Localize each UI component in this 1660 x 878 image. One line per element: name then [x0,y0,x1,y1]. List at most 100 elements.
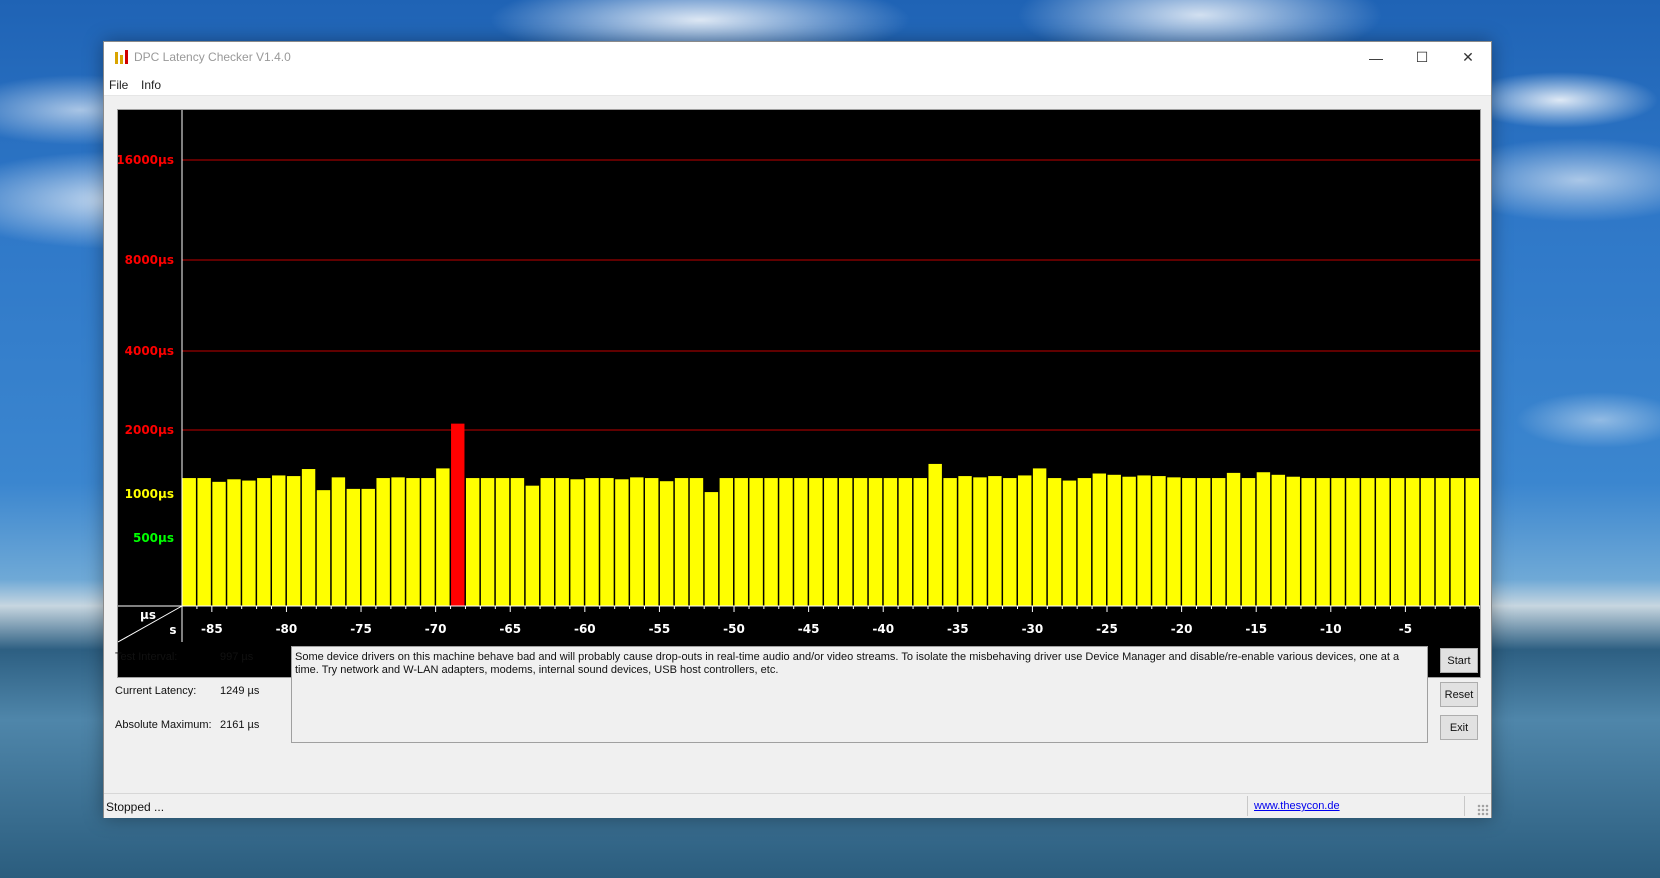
latency-bar [1003,478,1017,606]
reset-button[interactable]: Reset [1440,682,1478,707]
latency-bar [1271,474,1286,606]
minimize-icon: — [1369,49,1383,66]
latency-bar [1182,478,1196,606]
latency-bar [510,478,525,606]
latency-bar [1137,475,1151,606]
x-tick-label: -55 [649,622,671,636]
latency-bar [1167,477,1181,606]
latency-bar [958,476,972,606]
website-link[interactable]: www.thesycon.de [1254,800,1340,812]
start-button[interactable]: Start [1440,648,1478,673]
latency-bar [1077,478,1092,606]
x-tick-label: -85 [201,622,223,636]
menu-file[interactable]: File [109,78,128,92]
latency-bar [570,479,584,606]
title-bar[interactable]: DPC Latency Checker V1.4.0 — ☐ ✕ [104,42,1491,73]
latency-bar [391,477,405,606]
latency-bar [615,479,629,606]
latency-bar [1107,474,1121,606]
y-tick-label: 2000µs [125,423,174,437]
latency-graph: 16000µs 8000µs 4000µs 2000µs 1000µs 500µs µs s -… [117,109,1481,678]
close-icon: ✕ [1462,49,1474,65]
minimize-button[interactable]: — [1353,42,1399,73]
latency-bar [257,478,271,606]
latency-bar [853,478,868,606]
menu-info[interactable]: Info [141,78,161,92]
x-tick-label: -15 [1245,622,1267,636]
latency-bar [868,478,883,606]
latency-bar [1286,476,1300,606]
latency-bar [1331,478,1345,606]
latency-bar [540,478,554,606]
status-text: Stopped ... [106,800,165,814]
latency-bar [1361,478,1375,606]
status-bar: Stopped ... www.thesycon.de [104,793,1491,818]
latency-bar [436,468,450,606]
x-tick-label: -45 [798,622,820,636]
absolute-maximum-label: Absolute Maximum: [115,719,212,731]
latency-bar [1316,478,1330,606]
latency-bar [1405,478,1420,606]
latency-bar [913,478,927,606]
latency-bar [1122,476,1136,606]
close-button[interactable]: ✕ [1445,42,1491,73]
y-unit-label: µs [140,608,156,622]
app-icon [115,50,128,64]
exit-button[interactable]: Exit [1440,715,1478,740]
latency-bar [227,479,241,606]
menu-bar: File Info [104,73,1491,96]
latency-bar [943,478,957,606]
latency-bar [451,423,465,606]
latency-bar [316,490,331,606]
latency-bar [824,478,838,606]
status-separator [1464,796,1465,816]
test-interval-label: Test Interval: [115,651,178,663]
latency-bar [794,478,808,606]
x-unit-label: s [169,623,176,637]
latency-bar [719,478,734,606]
x-tick-label: -75 [350,622,372,636]
latency-bar [480,478,495,606]
maximize-button[interactable]: ☐ [1399,42,1445,73]
y-tick-label: 4000µs [125,344,174,358]
latency-bar [1435,478,1450,606]
latency-bar [1152,476,1166,606]
status-separator [1247,796,1248,816]
latency-bar [749,478,763,606]
latency-bar [301,469,316,606]
y-tick-label: 500µs [133,531,174,545]
latency-bar [1241,478,1256,606]
latency-bar [1211,478,1226,606]
latency-bar [1047,478,1062,606]
x-tick-label: -10 [1320,622,1342,636]
message-box: Some device drivers on this machine beha… [291,646,1428,743]
latency-bar [988,476,1002,606]
absolute-maximum-value: 2161 µs [220,719,260,731]
latency-bar [1376,478,1390,606]
maximize-icon: ☐ [1415,49,1429,65]
latency-bar [659,481,674,606]
x-tick-label: -20 [1171,622,1193,636]
x-tick-label: -80 [276,622,298,636]
latency-bar [182,478,196,606]
desktop: { "window": { "title": "DPC Latency Chec… [0,0,1660,878]
latency-bar [734,478,748,606]
latency-bar [197,478,211,606]
latency-chart: 16000µs 8000µs 4000µs 2000µs 1000µs 500µs µss -… [118,110,1480,643]
y-tick-label: 1000µs [125,487,174,501]
latency-bar [465,478,480,606]
x-tick-label: -40 [872,622,894,636]
latency-bar [838,478,853,606]
latency-bar [1092,473,1107,606]
x-tick-label: -5 [1399,622,1412,636]
latency-bar [973,477,987,606]
resize-grip[interactable] [1477,804,1489,816]
latency-bar [779,478,793,606]
latency-bar [1062,480,1077,606]
latency-bar [704,492,719,606]
latency-bar [242,480,256,606]
latency-bar [361,488,375,606]
latency-bar [421,478,435,606]
x-tick-label: -60 [574,622,596,636]
latency-bar [689,478,704,606]
